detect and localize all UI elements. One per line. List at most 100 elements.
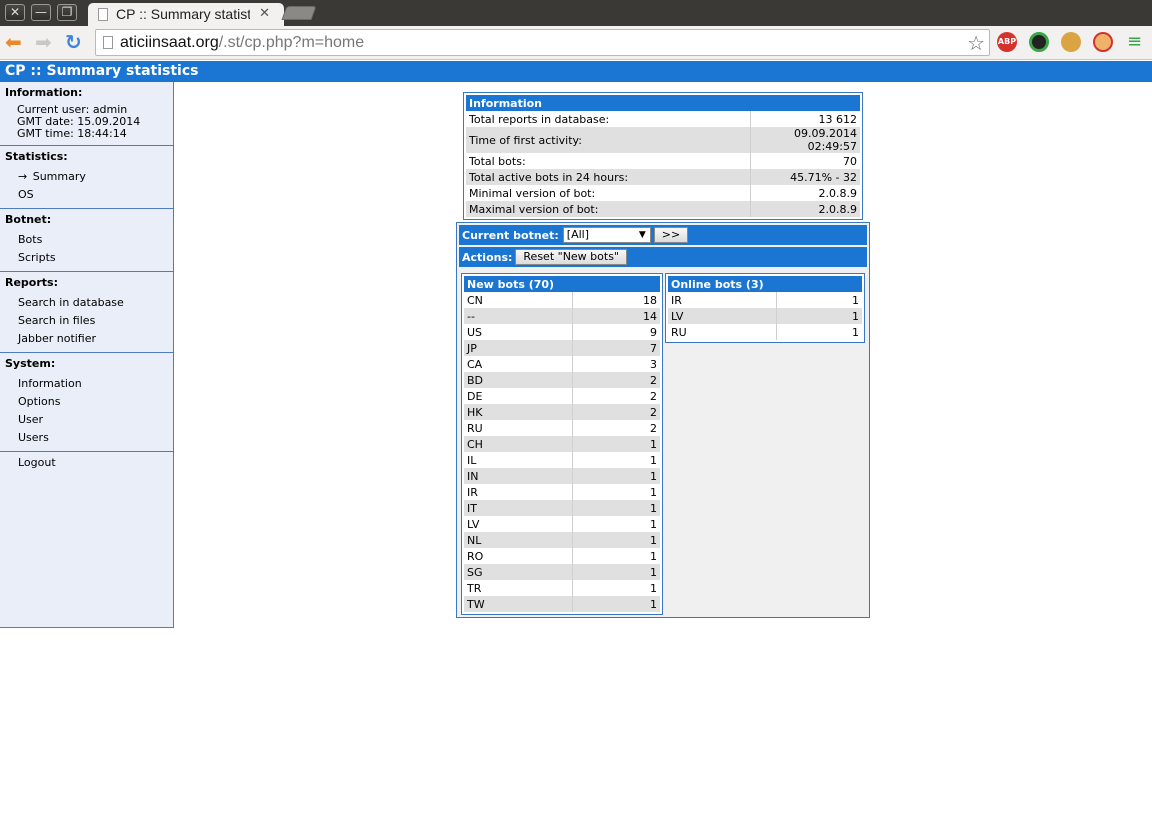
table-row: IL 1 [464, 452, 660, 468]
row-value: 14 [572, 308, 660, 324]
row-label: TR [464, 580, 573, 596]
section-title: Reports: [5, 276, 58, 289]
row-value: 09.09.2014 02:49:57 [750, 127, 860, 153]
adblock-icon[interactable]: ABP [997, 32, 1017, 52]
row-label: -- [464, 308, 573, 324]
table-row: Total active bots in 24 hours: 45.71% - 3… [466, 169, 860, 185]
sidebar-item-summary[interactable]: → Summary [0, 168, 173, 186]
information-panel: Information Total reports in database: 13… [463, 92, 863, 220]
table-row: IR 1 [668, 292, 862, 308]
page-icon [103, 36, 113, 49]
table-row: IN 1 [464, 468, 660, 484]
page-icon [98, 8, 108, 21]
table-row: RO 1 [464, 548, 660, 564]
sidebar-section-botnet: Botnet: Bots Scripts [0, 209, 173, 272]
row-label: LV [668, 308, 777, 324]
table-row: CA 3 [464, 356, 660, 372]
table-row: BD 2 [464, 372, 660, 388]
sidebar-item-options[interactable]: Options [0, 393, 173, 411]
menu-icon[interactable]: ≡ [1127, 32, 1142, 52]
row-label: JP [464, 340, 573, 356]
sidebar-section-information: Information: Current user: admin GMT dat… [0, 82, 173, 146]
row-label: RU [668, 324, 777, 340]
forward-icon[interactable]: ➡ [35, 32, 52, 52]
sidebar-item-search-files[interactable]: Search in files [0, 312, 173, 330]
row-label: Minimal version of bot: [466, 185, 751, 201]
sidebar: Information: Current user: admin GMT dat… [0, 82, 174, 628]
sidebar-item-logout[interactable]: Logout [0, 454, 173, 472]
sidebar-item-bots[interactable]: Bots [0, 231, 173, 249]
bookmark-star-icon[interactable]: ☆ [967, 31, 985, 55]
table-row: Total bots: 70 [466, 153, 860, 169]
close-window-icon[interactable]: ✕ [5, 4, 25, 21]
table-row: CN 18 [464, 292, 660, 308]
online-bots-table: Online bots (3) IR 1 LV 1 RU 1 [668, 276, 862, 340]
tab-title: CP :: Summary statisti [116, 6, 250, 22]
back-icon[interactable]: ⬅ [5, 32, 22, 52]
row-label: BD [464, 372, 573, 388]
row-value: 1 [572, 548, 660, 564]
table-row: LV 1 [668, 308, 862, 324]
restore-window-icon[interactable]: ❐ [57, 4, 77, 21]
window-titlebar: ✕ — ❐ CP :: Summary statisti ✕ [0, 0, 1152, 26]
row-value: 2 [572, 420, 660, 436]
table-row: Total reports in database: 13 612 [466, 111, 860, 127]
section-title: Information: [5, 86, 83, 99]
table-row: IT 1 [464, 500, 660, 516]
botnet-select[interactable]: [All] ▼ [562, 227, 651, 243]
row-value: 1 [572, 452, 660, 468]
row-label: US [464, 324, 573, 340]
address-bar[interactable]: aticiinsaat.org/.st/cp.php?m=home ☆ [95, 29, 990, 56]
sidebar-item-users[interactable]: Users [0, 429, 173, 447]
sidebar-item-jabber-notifier[interactable]: Jabber notifier [0, 330, 173, 348]
row-label: IT [464, 500, 573, 516]
sidebar-item-information[interactable]: Information [0, 375, 173, 393]
row-value: 1 [572, 500, 660, 516]
table-row: Maximal version of bot: 2.0.8.9 [466, 201, 860, 217]
table-row: LV 1 [464, 516, 660, 532]
sidebar-section-statistics: Statistics: → Summary OS [0, 146, 173, 209]
sidebar-section-reports: Reports: Search in database Search in fi… [0, 272, 173, 353]
row-value: 2 [572, 372, 660, 388]
row-value: 1 [572, 564, 660, 580]
reset-new-bots-button[interactable]: Reset "New bots" [515, 249, 627, 265]
minimize-window-icon[interactable]: — [31, 4, 51, 21]
row-value: 1 [572, 516, 660, 532]
section-title: Botnet: [5, 213, 52, 226]
row-value: 3 [572, 356, 660, 372]
actions-label: Actions: [462, 250, 513, 264]
sidebar-item-scripts[interactable]: Scripts [0, 249, 173, 267]
row-label: Total bots: [466, 153, 751, 169]
row-label: IR [668, 292, 777, 308]
blocked-icon[interactable] [1093, 32, 1113, 52]
row-label: NL [464, 532, 573, 548]
botnet-panel: Current botnet: [All] ▼ >> Actions: Rese… [456, 222, 870, 618]
url-text[interactable]: aticiinsaat.org/.st/cp.php?m=home [120, 34, 364, 52]
table-row: JP 7 [464, 340, 660, 356]
new-tab-button[interactable] [281, 6, 317, 20]
reload-icon[interactable]: ↻ [65, 32, 82, 52]
table-row: NL 1 [464, 532, 660, 548]
botnet-select-value: [All] [566, 228, 590, 241]
section-title: System: [5, 357, 56, 370]
go-button[interactable]: >> [653, 227, 689, 243]
tab-close-icon[interactable]: ✕ [259, 6, 270, 21]
row-label: Total active bots in 24 hours: [466, 169, 751, 185]
row-value: 1 [776, 292, 862, 308]
cookie-icon[interactable] [1061, 32, 1081, 52]
row-label: RO [464, 548, 573, 564]
online-bots-panel: Online bots (3) IR 1 LV 1 RU 1 [665, 273, 865, 343]
row-value: 45.71% - 32 [750, 169, 860, 185]
row-label: CA [464, 356, 573, 372]
row-label: TW [464, 596, 573, 612]
table-row: RU 2 [464, 420, 660, 436]
table-row: HK 2 [464, 404, 660, 420]
browser-tab[interactable]: CP :: Summary statisti ✕ [88, 3, 284, 26]
sidebar-item-search-database[interactable]: Search in database [0, 294, 173, 312]
row-label: IN [464, 468, 573, 484]
table-row: CH 1 [464, 436, 660, 452]
row-label: HK [464, 404, 573, 420]
sidebar-item-os[interactable]: OS [0, 186, 173, 204]
sidebar-item-user[interactable]: User [0, 411, 173, 429]
color-wheel-icon[interactable] [1029, 32, 1049, 52]
